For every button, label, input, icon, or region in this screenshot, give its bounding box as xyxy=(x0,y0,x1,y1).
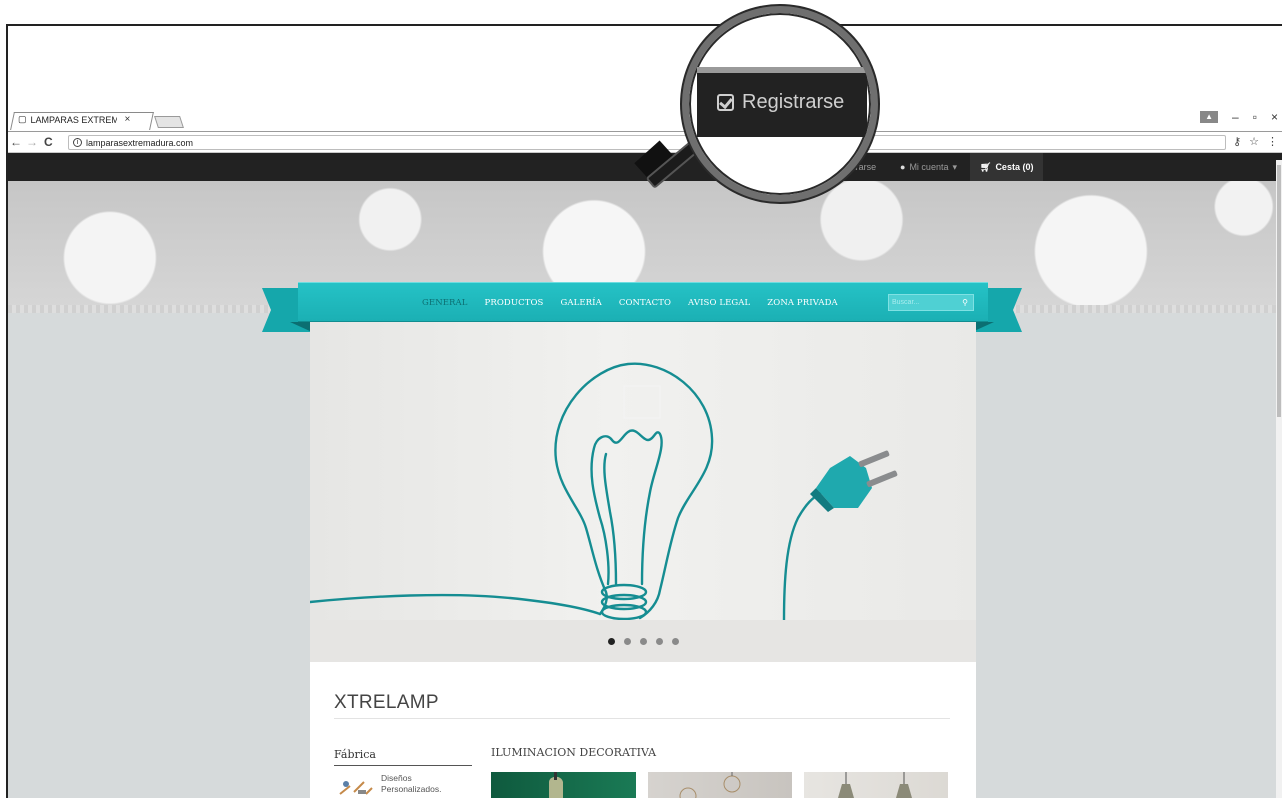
site-title: XTRELAMP xyxy=(334,692,439,713)
toolbar-actions: ⚷ ☆ ⋮ xyxy=(1233,135,1278,148)
divider xyxy=(334,718,950,719)
magnified-register-link: Registrarse xyxy=(717,91,844,114)
slider-dot[interactable] xyxy=(607,637,615,645)
product-thumbnail[interactable] xyxy=(648,772,792,798)
cart-label: Cesta (0) xyxy=(995,162,1034,172)
forward-icon[interactable]: → xyxy=(26,135,38,149)
sidebar-item-text[interactable]: Diseños Personalizados. xyxy=(381,773,441,795)
screenshot-root: ▢ LAMPARAS EXTREMADU × ▲ – ▫ × ← → C i l… xyxy=(0,0,1282,798)
restore-icon[interactable]: ▫ xyxy=(1253,110,1257,124)
browser-tab-content[interactable]: ▢ LAMPARAS EXTREMADU × xyxy=(18,114,148,125)
cart-icon: 🛒︎ xyxy=(980,161,992,172)
page-icon: ▢ xyxy=(18,114,27,124)
close-window-icon[interactable]: × xyxy=(1271,110,1282,124)
reload-icon[interactable]: C xyxy=(44,135,53,149)
cart-button[interactable]: 🛒︎ Cesta (0) xyxy=(970,153,1044,181)
nav-menu: GENERAL PRODUCTOS GALERÍA CONTACTO AVISO… xyxy=(422,283,838,323)
bookmark-star-icon[interactable]: ☆ xyxy=(1249,135,1259,148)
search-icon[interactable]: ⚲ xyxy=(962,298,973,307)
section-heading: ILUMINACION DECORATIVA xyxy=(491,746,657,759)
sidebar-item-line: Diseños xyxy=(381,773,412,783)
minimize-icon[interactable]: – xyxy=(1232,110,1239,124)
product-thumbnail[interactable] xyxy=(804,772,948,798)
sidebar-heading[interactable]: Fábrica xyxy=(334,748,376,761)
account-menu[interactable]: ● Mi cuenta ▾ xyxy=(900,153,957,181)
user-icon: ● xyxy=(900,162,906,172)
scrollbar-thumb[interactable] xyxy=(1277,165,1281,417)
search-input[interactable]: Buscar... ⚲ xyxy=(888,294,974,311)
window-controls: ▲ – ▫ × xyxy=(1200,110,1282,124)
browser-menu-icon[interactable]: ⋮ xyxy=(1267,135,1278,148)
slider-dot[interactable] xyxy=(655,637,663,645)
tab-title: LAMPARAS EXTREMADU xyxy=(30,114,117,125)
main-navigation: GENERAL PRODUCTOS GALERÍA CONTACTO AVISO… xyxy=(298,282,988,322)
check-icon xyxy=(717,94,734,111)
tab-close-icon[interactable]: × xyxy=(125,114,131,125)
account-label: Mi cuenta xyxy=(909,162,949,172)
chevron-down-icon: ▾ xyxy=(952,161,957,172)
back-icon[interactable]: ← xyxy=(10,135,22,149)
new-tab-button[interactable] xyxy=(154,116,184,128)
address-bar[interactable]: i lamparasextremadura.com xyxy=(68,135,1226,150)
lightbulb-illustration xyxy=(310,362,898,620)
hero-slider[interactable] xyxy=(310,322,976,620)
slider-pagination xyxy=(310,620,976,662)
nav-item-aviso-legal[interactable]: AVISO LEGAL xyxy=(688,298,750,308)
nav-item-zona-privada[interactable]: ZONA PRIVADA xyxy=(767,298,837,308)
browser-tabstrip: ▢ LAMPARAS EXTREMADU × ▲ – ▫ × xyxy=(8,110,1282,130)
product-thumbnail[interactable] xyxy=(491,772,636,798)
browser-toolbar: ← → C i lamparasextremadura.com ⚷ ☆ ⋮ xyxy=(8,131,1282,153)
nav-item-contacto[interactable]: CONTACTO xyxy=(619,298,671,308)
magnifier-glass: Registrarse xyxy=(682,6,878,202)
tools-thumbnail-icon[interactable] xyxy=(334,776,376,798)
sidebar-item-line: Personalizados. xyxy=(381,784,442,794)
divider xyxy=(334,765,472,766)
frame-border xyxy=(6,24,1282,26)
content-card: XTRELAMP Fábrica Diseños Personalizados.… xyxy=(310,322,976,798)
slider-dot[interactable] xyxy=(639,637,647,645)
nav-item-general[interactable]: GENERAL xyxy=(422,298,468,308)
nav-item-productos[interactable]: PRODUCTOS xyxy=(485,298,544,308)
plug-icon xyxy=(810,450,898,512)
nav-item-galeria[interactable]: GALERÍA xyxy=(560,298,601,308)
search-placeholder: Buscar... xyxy=(892,299,920,306)
key-icon[interactable]: ⚷ xyxy=(1233,135,1241,148)
profile-icon[interactable]: ▲ xyxy=(1200,111,1219,123)
magnified-register-label: Registrarse xyxy=(742,91,845,113)
url-text[interactable]: lamparasextremadura.com xyxy=(86,138,193,148)
slider-dot[interactable] xyxy=(623,637,631,645)
slider-dot[interactable] xyxy=(671,637,679,645)
info-icon[interactable]: i xyxy=(73,138,82,147)
